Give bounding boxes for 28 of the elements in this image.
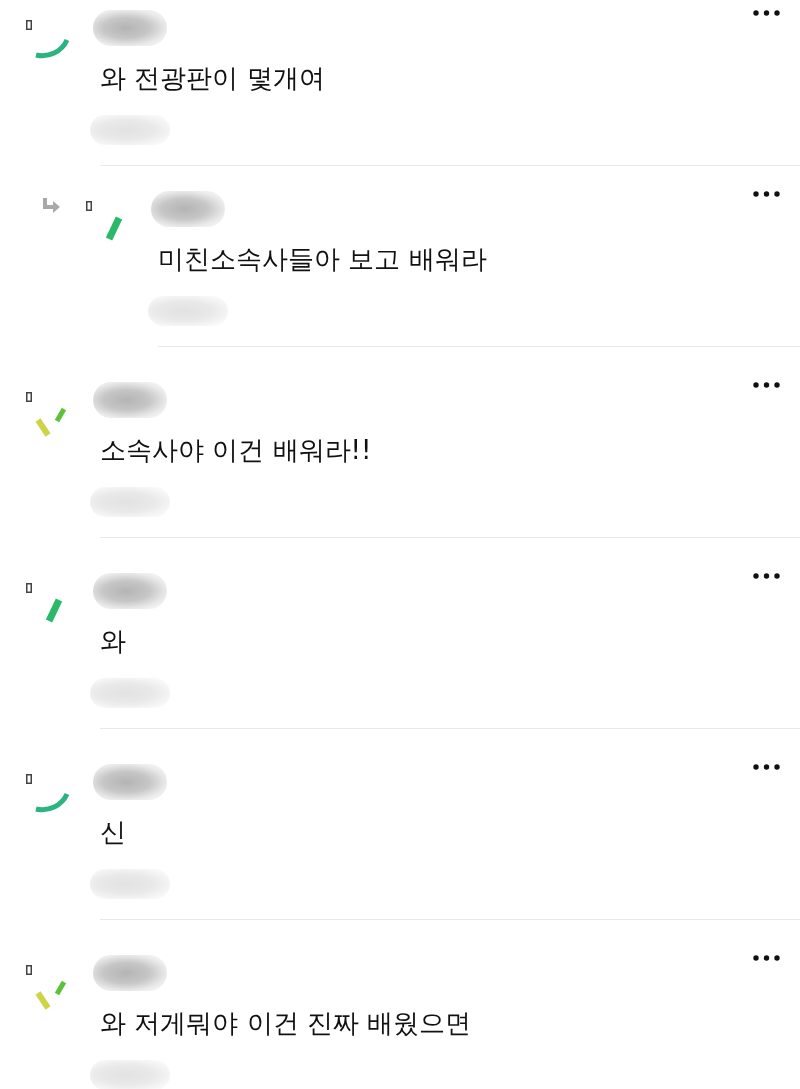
comment-text: 와 전광판이 몇개여 bbox=[100, 63, 325, 93]
box-icon bbox=[26, 20, 32, 30]
box-icon bbox=[26, 965, 32, 975]
box-icon bbox=[26, 583, 32, 593]
box-icon bbox=[26, 774, 32, 784]
more-button[interactable] bbox=[753, 382, 780, 388]
comment-text: 와 저게뭐야 이건 진짜 배웠으면 bbox=[100, 1008, 472, 1038]
slash-icon bbox=[45, 598, 63, 623]
more-button[interactable] bbox=[753, 955, 780, 961]
box-icon bbox=[26, 392, 32, 402]
more-icon bbox=[753, 764, 780, 770]
comment-text: 소속사야 이건 배워라!! bbox=[100, 435, 372, 465]
more-icon bbox=[753, 955, 780, 961]
comment-text: 와 bbox=[100, 626, 126, 656]
comment-text: 미친소속사들아 보고 배워라 bbox=[158, 244, 487, 274]
more-button[interactable] bbox=[753, 764, 780, 770]
box-icon bbox=[86, 201, 92, 211]
more-button[interactable] bbox=[753, 191, 780, 197]
slash-icon bbox=[105, 216, 123, 241]
more-icon bbox=[753, 573, 780, 579]
more-button[interactable] bbox=[753, 573, 780, 579]
tick-marks-icon bbox=[34, 979, 66, 1011]
more-icon bbox=[753, 10, 780, 16]
more-icon bbox=[753, 191, 780, 197]
more-button[interactable] bbox=[753, 10, 780, 16]
comment-text: 신 bbox=[100, 817, 126, 847]
more-icon bbox=[753, 382, 780, 388]
tick-marks-icon bbox=[34, 406, 66, 438]
